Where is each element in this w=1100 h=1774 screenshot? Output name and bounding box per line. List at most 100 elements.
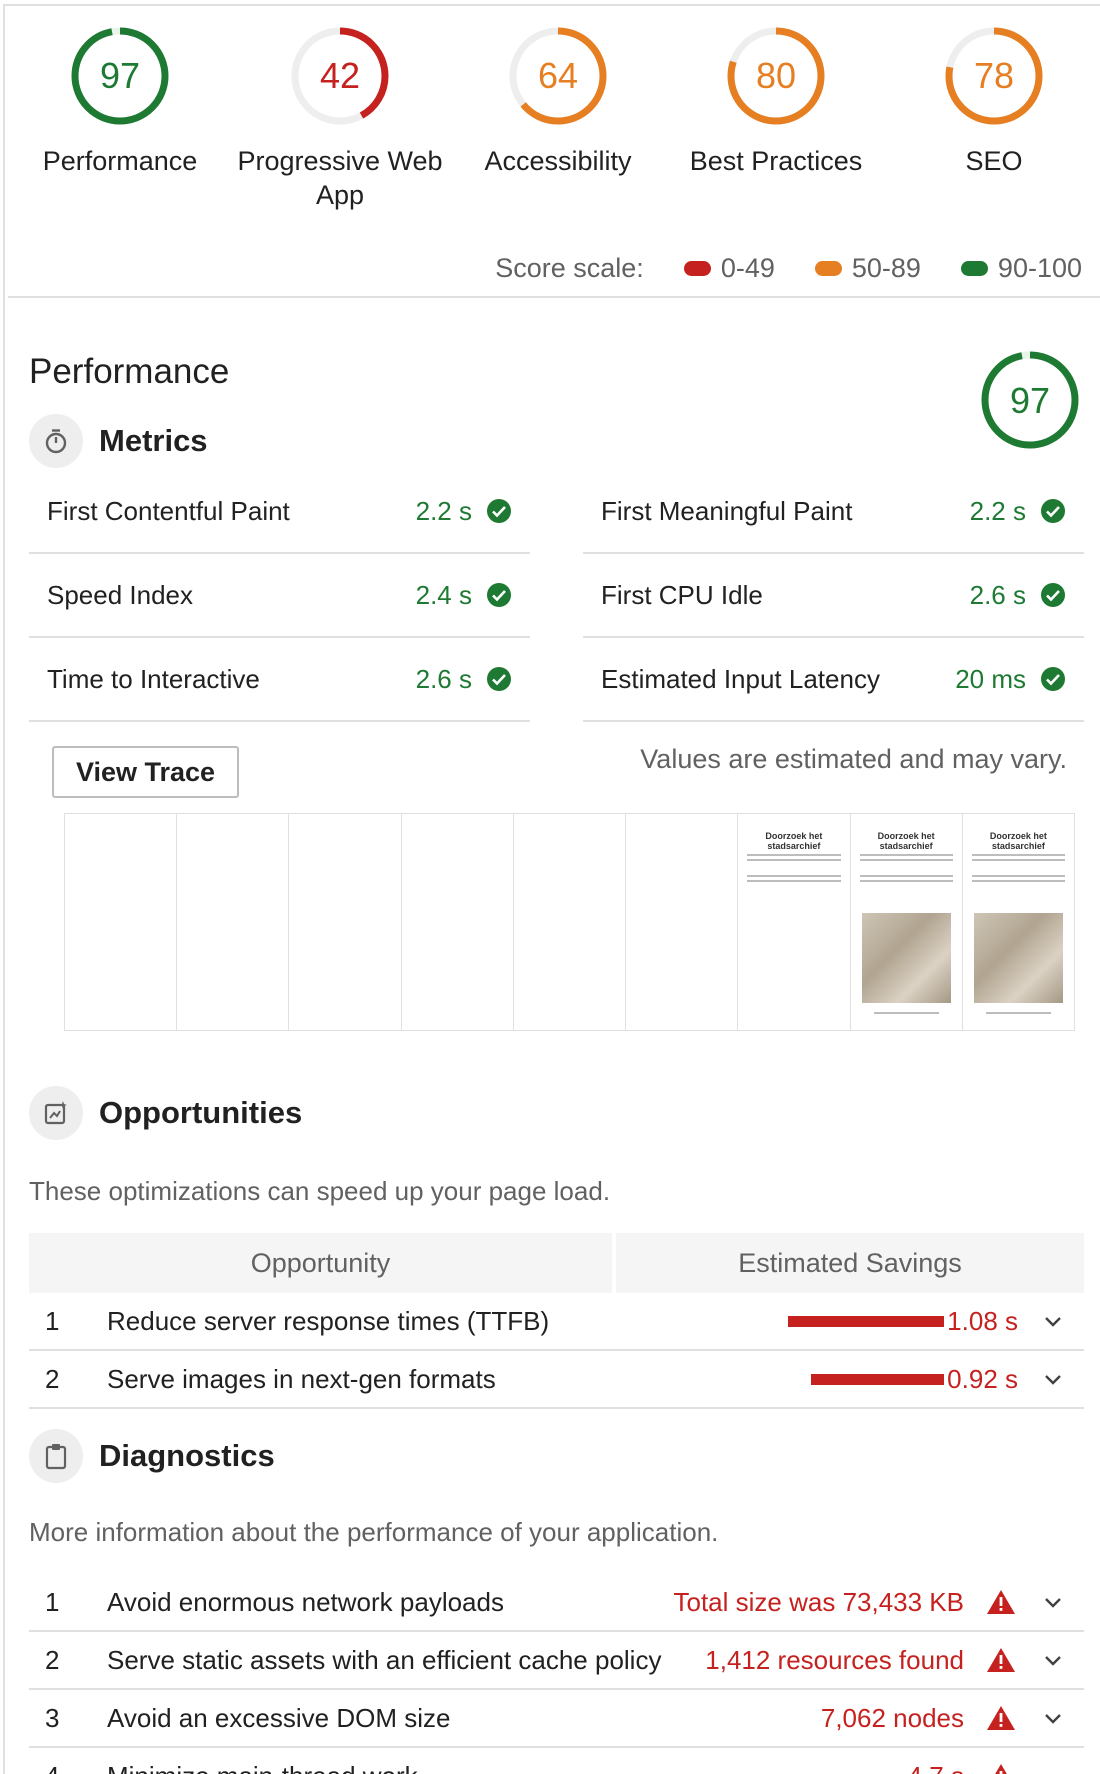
row-value: 1,412 resources found: [705, 1644, 964, 1675]
metric-label: First Meaningful Paint: [601, 495, 853, 526]
chevron-down-icon[interactable]: [1042, 1649, 1064, 1671]
thumbnail-line: [985, 1012, 1051, 1014]
estimate-note: Values are estimated and may vary.: [640, 744, 1067, 774]
thumbnail-line: [747, 859, 841, 861]
performance-score: 97: [1009, 380, 1051, 421]
diagnostic-row[interactable]: 4 Minimize main-thread work 4.7 s: [29, 1748, 1084, 1774]
thumbnail-title: Doorzoek het stadsarchief: [877, 831, 935, 851]
gauge-score: 64: [537, 55, 579, 96]
opportunity-row[interactable]: 1 Reduce server response times (TTFB) 1.…: [29, 1293, 1084, 1351]
check-circle-icon: [1041, 667, 1065, 691]
opportunity-icon: [29, 1086, 83, 1140]
column-header-opportunity: Opportunity: [29, 1233, 612, 1293]
diagnostics-description: More information about the performance o…: [29, 1517, 719, 1547]
metric-value: 20 ms: [955, 663, 1026, 694]
thumbnail-line: [971, 880, 1065, 882]
thumbnail-line: [971, 875, 1065, 877]
scale-range: 50-89: [851, 253, 921, 283]
metric-speed-index: Speed Index 2.4 s: [29, 554, 530, 638]
opportunity-row[interactable]: 2 Serve images in next-gen formats 0.92 …: [29, 1351, 1084, 1409]
thumbnail-title: Doorzoek het stadsarchief: [765, 831, 823, 851]
thumbnail-line: [859, 880, 953, 882]
row-value: 7,062 nodes: [820, 1702, 964, 1733]
metric-value: 2.2 s: [969, 495, 1026, 526]
opportunities-description: These optimizations can speed up your pa…: [29, 1176, 611, 1206]
scale-item-fail: 0-49: [683, 253, 775, 284]
gauge-pwa[interactable]: 42 Progressive Web App: [230, 24, 450, 212]
metric-time-to-interactive: Time to Interactive 2.6 s: [29, 638, 530, 722]
score-scale: Score scale: 0-49 50-89 90-100: [495, 253, 1082, 284]
gauge-performance[interactable]: 97 Performance: [10, 24, 230, 178]
gauge-score: 97: [99, 55, 141, 96]
filmstrip-frame: Doorzoek het stadsarchief: [738, 814, 851, 1030]
row-index: 1: [45, 1305, 60, 1336]
row-value: 4.7 s: [908, 1761, 964, 1774]
metric-value: 2.6 s: [415, 663, 472, 694]
metric-label: Time to Interactive: [47, 663, 260, 694]
chevron-down-icon[interactable]: [1042, 1591, 1064, 1613]
metric-first-contentful-paint: First Contentful Paint 2.2 s: [29, 470, 530, 554]
performance-gauge: 97: [978, 348, 1082, 452]
gauge-score: 80: [755, 55, 797, 96]
chevron-down-icon[interactable]: [1042, 1310, 1064, 1332]
metric-label: First Contentful Paint: [47, 495, 290, 526]
page-thumbnail: Doorzoek het stadsarchief: [966, 817, 1071, 1030]
diagnostics-header: Diagnostics: [29, 1429, 275, 1483]
filmstrip-frame: Doorzoek het stadsarchief: [851, 814, 963, 1030]
metric-value: 2.4 s: [415, 579, 472, 610]
chevron-down-icon[interactable]: [1042, 1368, 1064, 1390]
metric-label: Estimated Input Latency: [601, 663, 880, 694]
gauge-label: Best Practices: [689, 146, 863, 176]
thumbnail-line: [971, 854, 1065, 856]
opportunities-title: Opportunities: [99, 1095, 303, 1130]
savings-bar: [788, 1316, 944, 1327]
scale-pill: [814, 261, 842, 276]
check-circle-icon: [1041, 583, 1065, 607]
savings-bar: [811, 1374, 944, 1385]
thumbnail-line: [971, 859, 1065, 861]
thumbnail-line: [747, 854, 841, 856]
gauge-best-practices[interactable]: 80 Best Practices: [666, 24, 886, 178]
diagnostic-row[interactable]: 3 Avoid an excessive DOM size 7,062 node…: [29, 1690, 1084, 1748]
warning-icon: [987, 1590, 1015, 1614]
page-thumbnail: Doorzoek het stadsarchief: [854, 817, 959, 1030]
table-header: Opportunity Estimated Savings: [29, 1233, 1084, 1293]
thumbnail-photo: [973, 913, 1063, 1003]
thumbnail-line: [747, 875, 841, 877]
gauge-score: 42: [319, 55, 361, 96]
metric-first-meaningful-paint: First Meaningful Paint 2.2 s: [583, 470, 1084, 554]
thumbnail-photo: [861, 913, 951, 1003]
chevron-down-icon[interactable]: [1042, 1707, 1064, 1729]
scale-range: 0-49: [720, 253, 775, 283]
gauge-label: Performance: [42, 146, 198, 176]
warning-icon: [987, 1648, 1015, 1672]
check-circle-icon: [1041, 499, 1065, 523]
scale-pill: [960, 261, 988, 276]
filmstrip-frame: [514, 814, 627, 1030]
filmstrip-frame: [177, 814, 290, 1030]
row-index: 2: [45, 1644, 60, 1675]
filmstrip-frame: [626, 814, 739, 1030]
filmstrip-frame: [289, 814, 402, 1030]
metric-estimated-input-latency: Estimated Input Latency 20 ms: [583, 638, 1084, 722]
gauge-accessibility[interactable]: 64 Accessibility: [448, 24, 668, 178]
metric-value: 2.6 s: [969, 579, 1026, 610]
metrics-title: Metrics: [99, 423, 208, 458]
filmstrip-frame: [402, 814, 514, 1030]
filmstrip: Doorzoek het stadsarchief Doorzoek het s…: [64, 813, 1075, 1031]
metric-first-cpu-idle: First CPU Idle 2.6 s: [583, 554, 1084, 638]
gauge-seo[interactable]: 78 SEO: [884, 24, 1100, 178]
page-thumbnail: Doorzoek het stadsarchief: [741, 817, 846, 1030]
scale-item-average: 50-89: [814, 253, 921, 284]
diagnostic-row[interactable]: 2 Serve static assets with an efficient …: [29, 1632, 1084, 1690]
clipboard-icon: [29, 1429, 83, 1483]
diagnostic-row[interactable]: 1 Avoid enormous network payloads Total …: [29, 1574, 1084, 1632]
check-circle-icon: [487, 667, 511, 691]
column-header-savings: Estimated Savings: [616, 1233, 1084, 1293]
stopwatch-icon: [29, 414, 83, 468]
gauge-label: SEO: [965, 146, 1023, 176]
filmstrip-frame: Doorzoek het stadsarchief: [963, 814, 1074, 1030]
view-trace-button[interactable]: View Trace: [52, 746, 239, 798]
divider: [8, 296, 1100, 298]
metric-label: First CPU Idle: [601, 579, 763, 610]
